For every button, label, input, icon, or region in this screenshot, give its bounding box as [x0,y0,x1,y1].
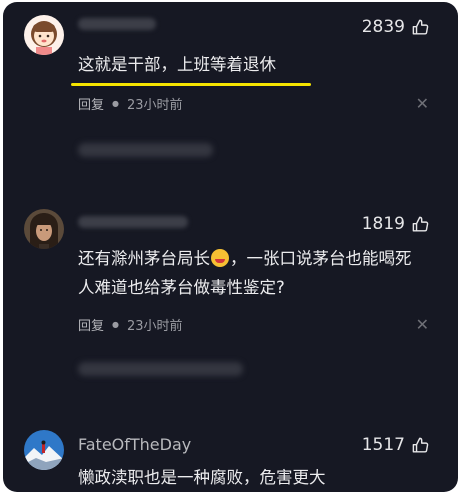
username-blurred[interactable] [78,18,156,30]
reply-preview-blurred[interactable] [78,362,243,376]
username[interactable]: FateOfTheDay [78,435,191,454]
thumbs-up-icon [412,437,429,453]
comment-text: 这就是干部，上班等着退休 [78,55,276,74]
comment-text: 懒政渎职也是一种腐败，危害更大 [78,468,326,487]
highlight-underline [71,83,311,86]
like-count: 2839 [361,17,405,37]
comment-text: 还有滁州茅台局长 ，一张口说茅台也能喝死人难道也给茅台做毒性鉴定? [78,244,423,302]
timestamp: 23小时前 [127,98,183,113]
reply-button[interactable]: 回复 [78,315,104,334]
thumbs-up-icon [412,19,429,35]
cartoon-girl-avatar[interactable] [24,15,64,55]
like-button[interactable]: 2839 [362,17,430,37]
reply-preview-blurred[interactable] [78,143,213,157]
like-count: 1517 [361,435,405,455]
comment-list: 2839 这就是干部，上班等着退休 回复 ● 23小时前 ✕ 1819 还有滁州… [3,2,458,492]
reply-button[interactable]: 回复 [78,94,104,113]
username-blurred[interactable] [78,216,188,228]
laughing-emoji-icon [211,249,229,267]
man-portrait-avatar[interactable] [24,209,64,249]
thumbs-up-icon [412,216,429,232]
comment-text-part: 还有滁州茅台局长 [78,249,210,268]
close-icon[interactable]: ✕ [416,315,429,334]
meta-separator: ● [112,320,119,329]
like-count: 1819 [361,214,405,234]
timestamp: 23小时前 [127,319,183,334]
comment-meta: 回复 ● 23小时前 [78,94,183,113]
like-button[interactable]: 1819 [362,214,430,234]
like-button[interactable]: 1517 [362,435,430,455]
comment-meta: 回复 ● 23小时前 [78,315,183,334]
meta-separator: ● [112,99,119,108]
close-icon[interactable]: ✕ [416,94,429,113]
mountain-climber-avatar[interactable] [24,430,64,470]
